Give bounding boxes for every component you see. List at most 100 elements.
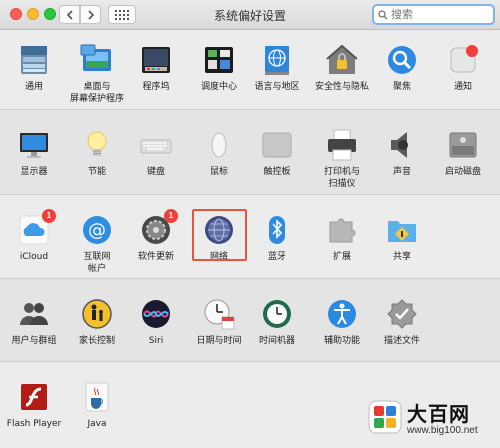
- pane-software-update[interactable]: 1 软件更新: [125, 209, 187, 263]
- pane-parental-controls[interactable]: 家长控制: [66, 297, 128, 347]
- close-button[interactable]: [10, 8, 22, 20]
- pane-label: 辅助功能: [323, 336, 360, 346]
- pane-displays[interactable]: 显示器: [3, 128, 65, 178]
- pane-time-machine[interactable]: 时间机器: [246, 297, 308, 347]
- keyboard-icon: [139, 128, 173, 162]
- accessibility-icon: [325, 297, 359, 331]
- pane-label: 蓝牙: [267, 252, 286, 262]
- pane-desktop-screensaver[interactable]: 桌面与 屏幕保护程序: [66, 43, 128, 105]
- pane-security-privacy[interactable]: 安全性与隐私: [311, 43, 373, 93]
- pane-label: 时间机器: [258, 336, 295, 346]
- pane-label: 键盘: [146, 167, 165, 177]
- pane-energy-saver[interactable]: 节能: [66, 128, 128, 178]
- pane-icloud[interactable]: 1 iCloud: [3, 209, 65, 263]
- pane-accessibility[interactable]: 辅助功能: [311, 297, 373, 347]
- pane-startup-disk[interactable]: 启动磁盘: [432, 128, 494, 178]
- pane-label: 桌面与 屏幕保护程序: [69, 82, 124, 104]
- flash-icon: [17, 380, 51, 414]
- pane-internet-accounts[interactable]: @ 互联网 帐户: [66, 213, 128, 275]
- pane-label: 共享: [392, 252, 411, 262]
- siri-icon: [139, 297, 173, 331]
- pane-label: 程序坞: [142, 82, 170, 92]
- pane-keyboard[interactable]: 键盘: [125, 128, 187, 178]
- pane-label: iCloud: [19, 252, 49, 262]
- pane-label: 互联网 帐户: [83, 252, 111, 274]
- pane-label: 启动磁盘: [444, 167, 481, 177]
- pane-sound[interactable]: 声音: [371, 128, 433, 178]
- grid-icon: [115, 9, 129, 20]
- minimize-button[interactable]: [27, 8, 39, 20]
- mouse-icon: [202, 128, 236, 162]
- pane-extensions[interactable]: 扩展: [311, 213, 373, 263]
- pane-users-groups[interactable]: 用户与群组: [3, 297, 65, 347]
- pane-date-time[interactable]: 日期与时间: [188, 297, 250, 347]
- pane-label: 家长控制: [78, 336, 115, 346]
- pane-label: 语言与地区: [254, 82, 300, 92]
- pane-spotlight[interactable]: 聚焦: [371, 43, 433, 93]
- pane-label: 用户与群组: [11, 336, 57, 346]
- sharing-folder-icon: [385, 213, 419, 247]
- search-input[interactable]: [388, 6, 488, 23]
- search-field[interactable]: [372, 4, 495, 25]
- pane-label: 显示器: [20, 167, 48, 177]
- magnifier-icon: [385, 43, 419, 77]
- search-icon: [378, 9, 388, 19]
- pane-label: Flash Player: [6, 419, 62, 429]
- pane-dock[interactable]: 程序坞: [125, 43, 187, 93]
- pane-label: 日期与时间: [196, 336, 242, 346]
- notification-badge: 1: [164, 209, 178, 223]
- desktop-screensaver-icon: [80, 43, 114, 77]
- pane-flash-player[interactable]: Flash Player: [3, 380, 65, 430]
- general-icon: [17, 43, 51, 77]
- printer-icon: [325, 128, 359, 162]
- show-all-button[interactable]: [108, 5, 136, 24]
- badge-check-icon: [385, 297, 419, 331]
- pane-java[interactable]: Java: [66, 380, 128, 430]
- zoom-button[interactable]: [44, 8, 56, 20]
- pane-label: 聚焦: [392, 82, 411, 92]
- forward-button[interactable]: [80, 5, 101, 24]
- chevron-left-icon: [66, 9, 73, 20]
- pane-label: 扩展: [332, 252, 351, 262]
- pane-label: 打印机与 扫描仪: [323, 167, 360, 189]
- monitor-icon: [17, 128, 51, 162]
- pane-general[interactable]: 通用: [3, 43, 65, 93]
- watermark: 大百网 www.big100.net: [368, 398, 478, 436]
- pane-language-region[interactable]: 语言与地区: [246, 43, 308, 93]
- title-bar: 系统偏好设置: [0, 0, 500, 30]
- pane-label: 通用: [24, 82, 43, 92]
- pane-label: 调度中心: [200, 82, 237, 92]
- pane-mouse[interactable]: 鼠标: [188, 128, 250, 178]
- pane-label: 节能: [87, 167, 106, 177]
- time-machine-icon: [260, 297, 294, 331]
- pane-siri[interactable]: Siri: [125, 297, 187, 347]
- users-icon: [17, 297, 51, 331]
- chevron-right-icon: [87, 9, 94, 20]
- pane-bluetooth[interactable]: 蓝牙: [246, 213, 308, 263]
- lightbulb-icon: [80, 128, 114, 162]
- at-sign-icon: @: [80, 213, 114, 247]
- cloud-icon: 1: [17, 209, 56, 247]
- pane-sharing[interactable]: 共享: [371, 213, 433, 263]
- pane-label: 安全性与隐私: [314, 82, 369, 92]
- watermark-url: www.big100.net: [407, 425, 478, 436]
- pane-notifications[interactable]: 通知: [432, 43, 494, 93]
- pane-label: 软件更新: [137, 252, 174, 262]
- notification-badge: 1: [42, 209, 56, 223]
- pane-mission-control[interactable]: 调度中心: [188, 43, 250, 93]
- speaker-icon: [385, 128, 419, 162]
- back-button[interactable]: [59, 5, 80, 24]
- pane-label: 鼠标: [209, 167, 228, 177]
- watermark-title: 大百网: [407, 402, 470, 426]
- pane-trackpad[interactable]: 触控板: [246, 128, 308, 178]
- pane-profiles[interactable]: 描述文件: [371, 297, 433, 347]
- pane-label: Java: [87, 419, 107, 429]
- svg-text:@: @: [88, 220, 106, 241]
- pane-label: Siri: [148, 336, 164, 346]
- dock-icon: [139, 43, 173, 77]
- window-title: 系统偏好设置: [213, 9, 286, 23]
- globe-flag-icon: [260, 43, 294, 77]
- clock-calendar-icon: [202, 297, 236, 331]
- java-cup-icon: [80, 380, 114, 414]
- pane-printers-scanners[interactable]: 打印机与 扫描仪: [311, 128, 373, 190]
